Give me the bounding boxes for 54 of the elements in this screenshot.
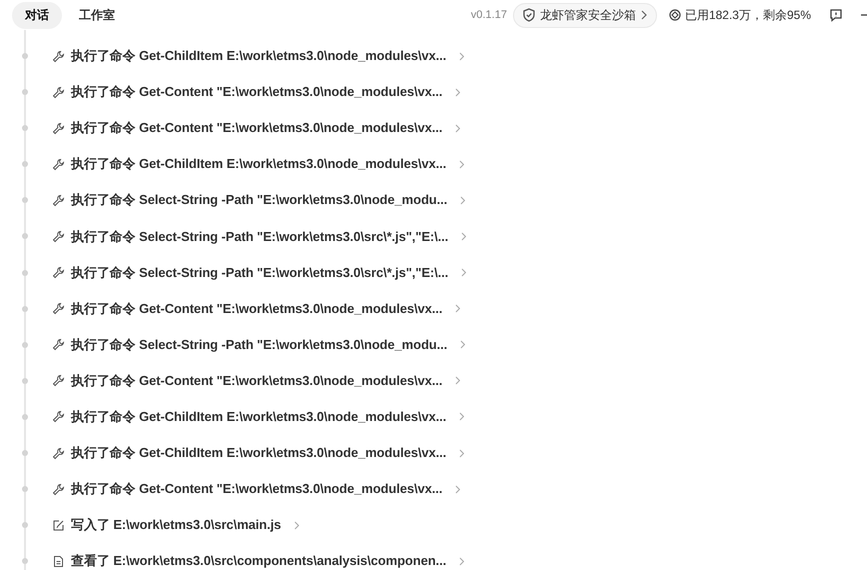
- tab[interactable]: 对话: [12, 2, 62, 28]
- chevron-right-icon[interactable]: [458, 52, 466, 61]
- chevron-right-icon: [640, 10, 648, 20]
- step-text[interactable]: 执行了命令 Get-Content "E:\work\etms3.0\node_modules\vx...: [71, 83, 442, 102]
- step-text[interactable]: 执行了命令 Select-String -Path "E:\work\etms3.0\src\*.js","E:\...: [71, 264, 448, 282]
- chevron-right-icon[interactable]: [460, 268, 468, 278]
- step-text[interactable]: 查看了 E:\work\etms3.0\src\components\analysis\componen...: [71, 552, 446, 570]
- chevron-right-icon[interactable]: [458, 448, 466, 458]
- chevron-right-icon[interactable]: [454, 88, 462, 97]
- wrench-icon: [52, 194, 65, 207]
- step-text[interactable]: 执行了命令 Get-ChildItem E:\work\etms3.0\node_modules\vx...: [71, 155, 446, 174]
- sandbox-button[interactable]: 龙虾管家安全沙箱: [512, 2, 657, 28]
- wrench-icon: [52, 374, 65, 388]
- chevron-right-icon[interactable]: [459, 340, 466, 350]
- step-text[interactable]: 执行了命令 Select-String -Path "E:\work\etms3.0\node_modu...: [71, 191, 448, 210]
- step-text[interactable]: 执行了命令 Get-Content "E:\work\etms3.0\node_modules\vx...: [71, 372, 442, 390]
- wrench-icon: [52, 158, 65, 171]
- wrench-icon: [52, 482, 65, 496]
- step-text[interactable]: 执行了命令 Get-ChildItem E:\work\etms3.0\node_modules\vx...: [71, 408, 446, 426]
- token-icon: [668, 9, 681, 21]
- comment-icon[interactable]: [829, 8, 843, 22]
- wrench-icon: [52, 302, 65, 316]
- chevron-right-icon[interactable]: [454, 304, 462, 314]
- chevron-right-icon[interactable]: [460, 232, 468, 242]
- step-text[interactable]: 执行了命令 Select-String -Path "E:\work\etms3.0\node_modu...: [71, 336, 448, 354]
- wrench-icon: [52, 86, 65, 99]
- step-text[interactable]: 执行了命令 Get-Content "E:\work\etms3.0\node_modules\vx...: [71, 480, 442, 498]
- step-text[interactable]: 执行了命令 Get-Content "E:\work\etms3.0\node_modules\vx...: [71, 119, 442, 138]
- chevron-right-icon[interactable]: [458, 556, 466, 566]
- step-text[interactable]: 写入了 E:\work\etms3.0\src\main.js: [71, 516, 282, 534]
- wrench-icon: [52, 50, 65, 63]
- tab[interactable]: 工作室: [66, 2, 128, 28]
- usage-label: 已用182.3万，剩余95%: [684, 6, 811, 24]
- step-text[interactable]: 执行了命令 Get-Content "E:\work\etms3.0\node_modules\vx...: [71, 300, 442, 318]
- wrench-icon: [52, 410, 65, 424]
- chevron-right-icon[interactable]: [458, 160, 466, 169]
- chevron-right-icon[interactable]: [458, 412, 466, 422]
- wrench-icon: [52, 266, 65, 280]
- shield-icon: [522, 8, 536, 22]
- chevron-right-icon[interactable]: [454, 376, 462, 386]
- wrench-icon: [52, 338, 65, 352]
- chevron-right-icon[interactable]: [293, 520, 300, 530]
- edit-icon: [52, 518, 65, 532]
- chevron-right-icon[interactable]: [454, 124, 462, 133]
- wrench-icon: [52, 230, 65, 244]
- wrench-icon: [52, 122, 65, 135]
- document-icon: [52, 554, 65, 568]
- version-label: v0.1.17: [470, 9, 507, 21]
- chevron-right-icon[interactable]: [459, 196, 466, 205]
- step-text[interactable]: 执行了命令 Get-ChildItem E:\work\etms3.0\node_modules\vx...: [71, 47, 446, 66]
- chevron-right-icon[interactable]: [454, 484, 462, 494]
- wrench-icon: [52, 446, 65, 460]
- step-text[interactable]: 执行了命令 Select-String -Path "E:\work\etms3.0\src\*.js","E:\...: [71, 228, 448, 246]
- step-text[interactable]: 执行了命令 Get-ChildItem E:\work\etms3.0\node_modules\vx...: [71, 444, 446, 462]
